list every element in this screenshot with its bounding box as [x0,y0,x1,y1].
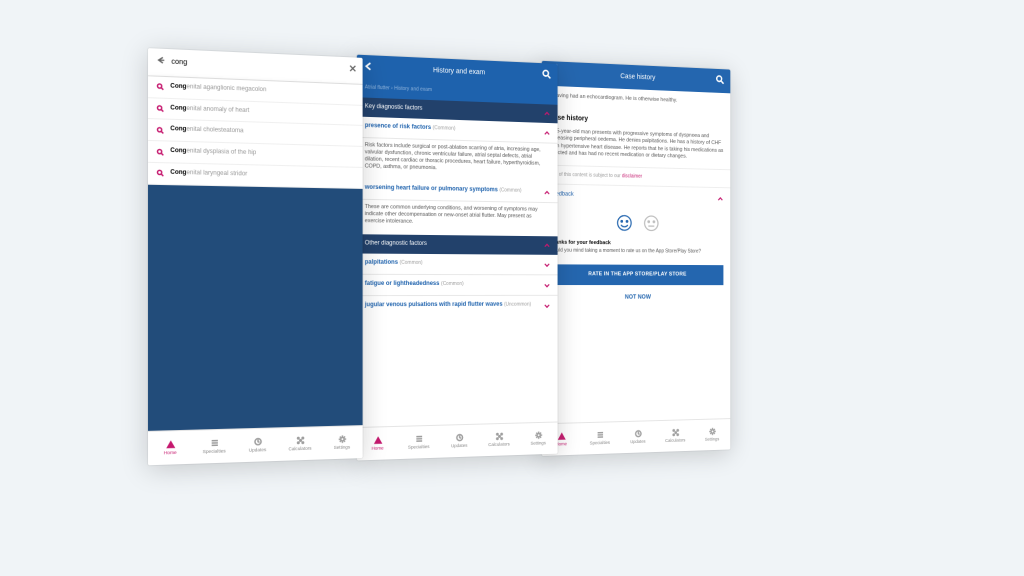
search-icon [157,83,164,91]
screen-history-exam: History and exam Atrial flutter › Histor… [357,55,558,461]
back-icon[interactable] [157,56,165,69]
settings-icon [534,431,542,440]
updates-icon [253,437,262,446]
tabbar: HomeSpecialtiesUpdatesCalculatorsSetting… [357,421,558,460]
search-icon [157,170,164,177]
tab-settings[interactable]: Settings [519,422,558,455]
chevron-up-icon [544,242,550,249]
not-now-button[interactable]: NOT NOW [542,289,731,311]
tab-home[interactable]: Home [357,427,398,461]
search-icon[interactable] [716,75,725,88]
tab-settings[interactable]: Settings [694,419,731,451]
page-title: History and exam [433,66,485,77]
chevron-up-icon [544,190,550,197]
neutral-icon[interactable] [642,214,660,234]
calculators-icon [495,432,503,441]
calculators-icon [296,436,305,445]
updates-icon [455,433,464,442]
screen-case-history: Case history ...having had an echocardio… [542,61,731,456]
disclaimer-link[interactable]: disclaimer [622,173,642,179]
specialties-icon [596,430,604,439]
settings-icon [708,427,716,436]
chevron-down-icon [544,303,550,310]
feedback-faces [542,206,731,240]
close-icon[interactable] [349,64,357,76]
search-input[interactable]: cong [171,58,354,75]
tab-updates[interactable]: Updates [236,428,279,462]
specialties-icon [414,434,423,443]
tab-specialties[interactable]: Specialties [192,430,236,464]
feedback-header[interactable]: Feedback [542,184,731,210]
item-jvp[interactable]: jugular venous pulsations with rapid flu… [357,296,558,317]
item-fatigue[interactable]: fatigue or lightheadedness (Common) [357,275,558,296]
tab-calculators[interactable]: Calculators [657,420,694,452]
home-icon [557,432,565,441]
search-icon [157,126,164,134]
tab-updates[interactable]: Updates [439,425,479,458]
home-icon [373,435,382,444]
thanks-block: Thanks for your feedback Would you mind … [542,238,731,261]
search-icon [157,105,164,113]
item-palpitations[interactable]: palpitations (Common) [357,254,558,276]
home-icon [166,439,176,449]
tab-specialties[interactable]: Specialties [581,422,619,454]
suggestions-list: Congenital aganglionic megacolonCongenit… [148,76,363,189]
chevron-down-icon [544,262,550,269]
updates-icon [634,429,642,438]
tabbar: HomeSpecialtiesUpdatesCalculatorsSetting… [148,425,363,465]
tab-calculators[interactable]: Calculators [279,427,321,461]
tab-settings[interactable]: Settings [321,426,363,459]
section-other-factors[interactable]: Other diagnostic factors [357,234,558,255]
tab-home[interactable]: Home [148,431,192,466]
chevron-down-icon [544,282,550,289]
chevron-up-icon [717,195,723,202]
rate-store-button[interactable]: RATE IN THE APP STORE/PLAY STORE [549,264,723,285]
search-icon [157,148,164,155]
search-icon[interactable] [542,69,551,82]
screen-search: cong Congenital aganglionic megacolonCon… [148,48,363,465]
case-body: A 75-year-old man presents with progress… [542,128,731,169]
chevron-up-icon [544,130,550,137]
back-icon[interactable] [364,61,374,75]
tabbar: HomeSpecialtiesUpdatesCalculatorsSetting… [542,418,731,456]
tab-specialties[interactable]: Specialties [398,426,439,459]
page-title: Case history [620,72,655,82]
search-backdrop [148,185,363,461]
item-risk-body: Risk factors include surgical or post-ab… [357,138,558,183]
specialties-icon [210,438,219,448]
tab-updates[interactable]: Updates [619,421,657,453]
calculators-icon [671,428,679,437]
smile-icon[interactable] [615,213,633,233]
chevron-up-icon [544,110,550,117]
settings-icon [337,435,346,444]
item-hf-body: These are common underlying conditions, … [357,200,558,236]
tab-calculators[interactable]: Calculators [479,424,518,457]
